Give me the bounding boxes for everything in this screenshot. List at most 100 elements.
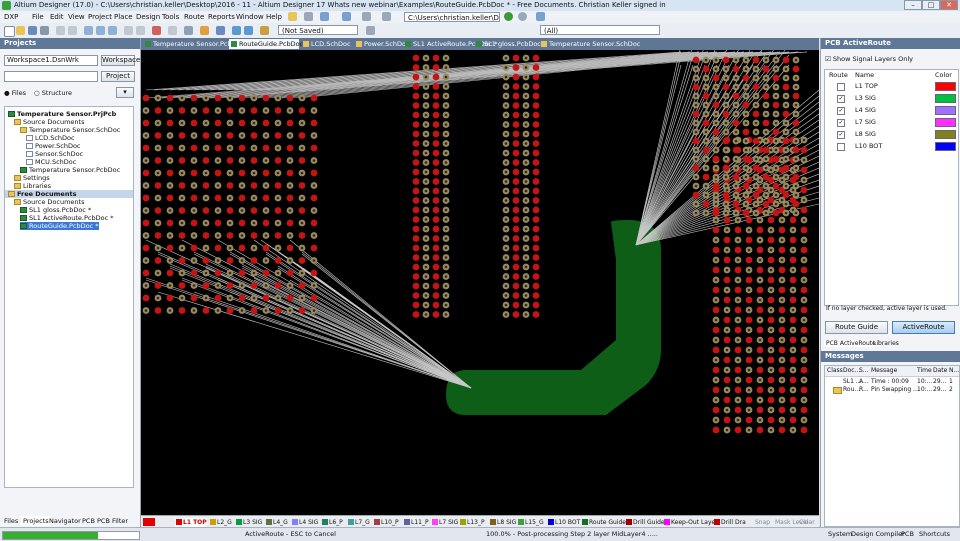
home-icon[interactable]: [536, 12, 545, 21]
cross-icon[interactable]: [168, 26, 177, 35]
project-combo[interactable]: [4, 71, 98, 82]
status-design-compiler[interactable]: Design Compiler: [851, 530, 905, 538]
menu-file[interactable]: File: [32, 13, 44, 21]
menu-project[interactable]: Project: [88, 13, 112, 21]
layer-tab[interactable]: L7_G: [347, 518, 370, 527]
align-icon[interactable]: [320, 12, 329, 21]
filter-combo[interactable]: (All): [540, 25, 660, 35]
workspace-combo[interactable]: Workspace1.DsnWrk: [4, 55, 98, 66]
activeroute-button[interactable]: ActiveRoute: [892, 321, 955, 334]
tree-item[interactable]: Libraries: [14, 182, 51, 190]
tree-item[interactable]: Power.SchDoc: [26, 142, 81, 150]
back-icon[interactable]: [518, 12, 527, 21]
menu-view[interactable]: View: [68, 13, 85, 21]
grid-icon[interactable]: [304, 12, 313, 21]
layer-tab[interactable]: L2_G: [209, 518, 232, 527]
workspace-button[interactable]: Workspace: [101, 55, 140, 66]
pcb-canvas[interactable]: [141, 50, 819, 515]
tree-item[interactable]: Sensor.SchDoc: [26, 150, 83, 158]
filter-icon[interactable]: [382, 12, 391, 21]
arrange-icon[interactable]: [184, 26, 193, 35]
browse-icon[interactable]: [366, 26, 375, 35]
layer-tab[interactable]: L10_P: [373, 518, 399, 527]
menu-route[interactable]: Route: [184, 13, 204, 21]
layer-tab[interactable]: Drill Dra: [713, 518, 746, 527]
layer-bar-clear[interactable]: Clear: [799, 519, 815, 526]
layer-tab[interactable]: L10 BOT: [547, 518, 580, 527]
menu-edit[interactable]: Edit: [50, 13, 64, 21]
doc-tab[interactable]: LCD.SchDoc: [301, 39, 351, 49]
doc-tab[interactable]: RouteGuide.PcbDoc *: [229, 39, 309, 49]
left-tab-files[interactable]: Files: [2, 516, 20, 526]
tab-libraries[interactable]: Libraries: [871, 340, 901, 347]
close-button[interactable]: ✕: [940, 0, 958, 10]
minimize-button[interactable]: –: [904, 0, 922, 10]
wizard-icon[interactable]: [288, 12, 297, 21]
tree-item[interactable]: RouteGuide.PcbDoc *: [20, 222, 99, 230]
current-layer-color[interactable]: [143, 518, 155, 526]
maximize-button[interactable]: □: [922, 0, 940, 10]
menu-reports[interactable]: Reports: [208, 13, 235, 21]
layer-color-swatch[interactable]: [935, 82, 956, 91]
print-icon[interactable]: [40, 26, 49, 35]
zoom-icon[interactable]: [56, 26, 65, 35]
layer-route-checkbox[interactable]: ✓: [837, 119, 845, 127]
copy-icon[interactable]: [96, 26, 105, 35]
select-icon[interactable]: [362, 12, 371, 21]
route-layer-row[interactable]: ✓ L3 SIG: [825, 93, 958, 104]
message-row[interactable]: Rou... R... Pin Swapping ... 10:... 29... 2: [825, 386, 959, 394]
open-icon[interactable]: [16, 26, 25, 35]
new-icon[interactable]: [4, 26, 15, 37]
tree-item[interactable]: Temperature Sensor.PcbDoc: [20, 166, 120, 174]
tree-item[interactable]: Settings: [14, 174, 50, 182]
tree-item[interactable]: Source Documents: [14, 198, 84, 206]
route-layer-row[interactable]: ✓ L7 SIG: [825, 117, 958, 128]
move-icon[interactable]: [136, 26, 145, 35]
files-radio[interactable]: ● Files: [4, 89, 26, 97]
layer-route-checkbox[interactable]: [837, 143, 845, 151]
doc-tab[interactable]: Temperature Sensor.PcbDoc: [143, 39, 244, 49]
lock-icon[interactable]: [200, 26, 209, 35]
doc-tab[interactable]: SL1 ActiveRoute.PcbDoc *: [403, 39, 497, 49]
status-shortcuts[interactable]: Shortcuts: [919, 530, 950, 538]
left-tab-pcb-filter[interactable]: PCB Filter: [95, 516, 130, 526]
route-layer-row[interactable]: L10 BOT: [825, 141, 958, 152]
deselect-icon[interactable]: [152, 26, 161, 35]
layer-tab[interactable]: Keep-Out Layer: [663, 518, 718, 527]
forward-icon[interactable]: [504, 12, 513, 21]
tree-options-button[interactable]: ▾: [116, 87, 134, 98]
route-layer-row[interactable]: ✓ L8 SIG: [825, 129, 958, 140]
layer-color-swatch[interactable]: [935, 94, 956, 103]
tree-item[interactable]: MCU.SchDoc: [26, 158, 76, 166]
layer-tab[interactable]: L13_P: [459, 518, 485, 527]
route-guide-region[interactable]: [446, 220, 661, 415]
layer-tab[interactable]: L11_P: [403, 518, 429, 527]
layer-tab[interactable]: L4 SIG: [291, 518, 318, 527]
variant-combo[interactable]: (Not Saved): [278, 25, 358, 35]
cut-icon[interactable]: [84, 26, 93, 35]
tree-item[interactable]: Temperature Sensor.PrjPcb: [8, 110, 116, 118]
route-guide-button[interactable]: Route Guide: [825, 321, 888, 334]
layer-bar-snap[interactable]: Snap: [755, 519, 770, 526]
layer-route-checkbox[interactable]: [837, 83, 845, 91]
doc-tab[interactable]: Power.SchDoc: [354, 39, 410, 49]
zoom-fit-icon[interactable]: [68, 26, 77, 35]
layer-tab[interactable]: L6_P: [321, 518, 343, 527]
menu-design[interactable]: Design: [136, 13, 160, 21]
layer-color-swatch[interactable]: [935, 142, 956, 151]
structure-radio[interactable]: ○ Structure: [34, 89, 72, 97]
doc-tab[interactable]: Temperature Sensor.SchDoc: [539, 39, 640, 49]
layer-tab[interactable]: L1 TOP: [175, 518, 207, 527]
tree-item[interactable]: Temperature Sensor.SchDoc: [20, 126, 120, 134]
pcb-board[interactable]: [141, 50, 819, 515]
tree-item[interactable]: LCD.SchDoc: [26, 134, 75, 142]
layer-color-swatch[interactable]: [935, 118, 956, 127]
layer-color-swatch[interactable]: [935, 106, 956, 115]
doc-tab[interactable]: SL1 gloss.PcbDoc *: [474, 39, 546, 49]
layer-route-checkbox[interactable]: ✓: [837, 131, 845, 139]
tree-item[interactable]: Source Documents: [14, 118, 84, 126]
menu-window[interactable]: Window: [236, 13, 264, 21]
select-area-icon[interactable]: [124, 26, 133, 35]
layer-route-checkbox[interactable]: ✓: [837, 107, 845, 115]
layer-tab[interactable]: Route Guide: [581, 518, 626, 527]
